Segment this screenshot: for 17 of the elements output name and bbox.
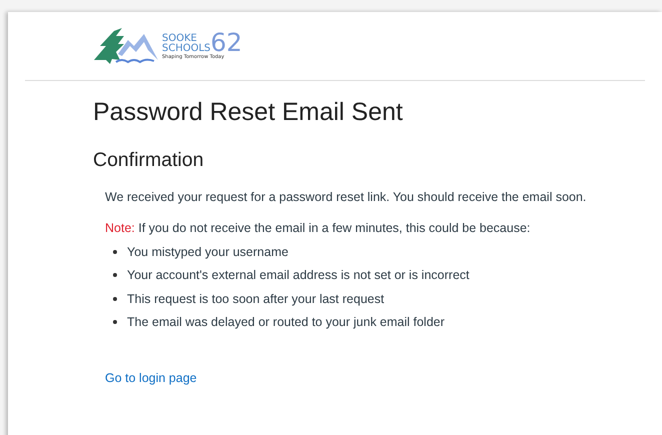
- note-text: Note: If you do not receive the email in a few minutes, this could be because:: [105, 221, 532, 235]
- trees-mountains-icon: [92, 26, 160, 66]
- bullet-icon: [113, 250, 117, 254]
- login-link[interactable]: Go to login page: [105, 371, 197, 385]
- section-heading: Confirmation: [93, 149, 205, 172]
- reason-text: This request is too soon after your last request: [127, 292, 384, 306]
- bullet-icon: [113, 296, 117, 300]
- logo-text: SOOKE: [162, 34, 198, 44]
- reason-text: The email was delayed or routed to your junk email folder: [127, 315, 445, 329]
- page-title: Password Reset Email Sent: [93, 98, 404, 127]
- bullet-icon: [113, 320, 117, 324]
- reason-text: You mistyped your username: [127, 244, 288, 258]
- bullet-icon: [113, 273, 117, 277]
- confirmation-message: We received your request for a password reset link. You should receive the email soon.: [105, 190, 588, 204]
- reason-text: Your account's external email address is not set or is incorrect: [127, 268, 470, 282]
- logo-number: 62: [210, 32, 242, 54]
- logo-text: SCHOOLS: [162, 44, 211, 54]
